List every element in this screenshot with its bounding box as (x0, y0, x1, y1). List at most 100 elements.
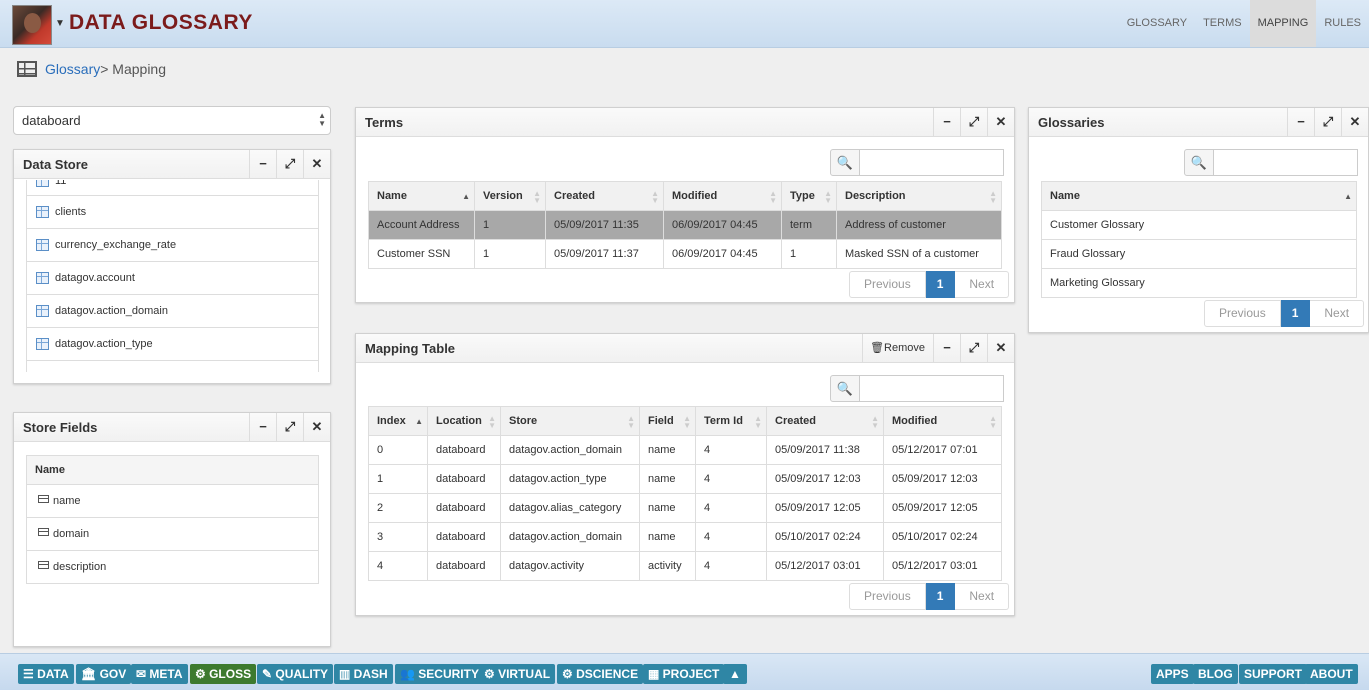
data-store-list[interactable]: 11 clients currency_exchange_rate datago… (26, 180, 319, 372)
column-header-description[interactable]: Description ▲ ▼ (836, 181, 1002, 211)
column-header-version[interactable]: Version ▲ ▼ (474, 181, 546, 211)
table-icon (36, 305, 49, 317)
column-header-term-id[interactable]: Term Id ▲ ▼ (695, 406, 767, 436)
table-row[interactable]: Fraud Glossary (1041, 239, 1357, 269)
column-header-name[interactable]: Name ▲ (1041, 181, 1357, 211)
column-header-name[interactable]: Name ▲ (368, 181, 475, 211)
next-button[interactable]: Next (955, 271, 1010, 298)
page-1-button[interactable]: 1 (925, 271, 956, 298)
next-button[interactable]: Next (955, 583, 1010, 610)
footer-apps-button[interactable]: APPS (1151, 664, 1194, 684)
caret-down-icon[interactable]: ▼ (55, 18, 65, 29)
store-fields-title: Store Fields (23, 420, 98, 435)
glossaries-title: Glossaries (1038, 115, 1105, 130)
close-icon[interactable]: ✕ (987, 108, 1014, 136)
table-row[interactable]: Account Address 1 05/09/2017 11:35 06/09/20… (368, 210, 1002, 240)
mapping-search: 🔍 (830, 375, 1004, 402)
column-header-modified[interactable]: Modified ▲ ▼ (883, 406, 1002, 436)
close-icon[interactable]: ✕ (1341, 108, 1368, 136)
search-icon[interactable]: 🔍 (830, 149, 860, 176)
search-icon[interactable]: 🔍 (830, 375, 860, 402)
previous-button[interactable]: Previous (1204, 300, 1281, 327)
search-icon[interactable]: 🔍 (1184, 149, 1214, 176)
minimize-icon[interactable]: − (249, 413, 276, 441)
mapping-table: Index ▲ Location ▲ ▼ Store ▲ ▼ Field ▲ ▼ Term I… (368, 406, 1002, 581)
minimize-icon[interactable]: − (249, 150, 276, 178)
footer-data-button[interactable]: ☰ DATA (18, 664, 74, 684)
footer-security-button[interactable]: 👥 SECURITY (395, 664, 484, 684)
page-1-button[interactable]: 1 (1280, 300, 1311, 327)
list-item[interactable]: datagov.account (27, 262, 318, 295)
expand-icon[interactable]: ⤢ (1314, 108, 1341, 136)
table-row[interactable]: 4 databoard datagov.activity activity 4 05/12… (368, 551, 1002, 581)
footer-meta-button[interactable]: ✉ META (131, 664, 188, 684)
footer-support-button[interactable]: SUPPORT (1239, 664, 1308, 684)
column-header-store[interactable]: Store ▲ ▼ (500, 406, 640, 436)
table-row[interactable]: 0 databoard datagov.action_domain name 4 05/0… (368, 435, 1002, 465)
column-header-field[interactable]: Field ▲ ▼ (639, 406, 696, 436)
top-bar: ▼ DATA GLOSSARY GLOSSARY TERMS MAPPING R… (0, 0, 1369, 48)
footer-blog-button[interactable]: BLOG (1193, 664, 1238, 684)
glossaries-search-input[interactable] (1214, 149, 1358, 176)
expand-icon[interactable]: ⤢ (960, 334, 987, 362)
mapping-search-input[interactable] (860, 375, 1004, 402)
list-item[interactable]: datagov.action_domain (27, 295, 318, 328)
table-row[interactable]: 3 databoard datagov.action_domain name 4 05/1… (368, 522, 1002, 552)
minimize-icon[interactable]: − (933, 334, 960, 362)
footer-gloss-button[interactable]: ⚙ GLOSS (190, 664, 257, 684)
glossaries-pagination: Previous 1 Next (1204, 300, 1365, 327)
minimize-icon[interactable]: − (1287, 108, 1314, 136)
nav-glossary[interactable]: GLOSSARY (1119, 0, 1195, 47)
page-1-button[interactable]: 1 (925, 583, 956, 610)
terms-search: 🔍 (830, 149, 1004, 176)
table-row[interactable]: name (26, 484, 319, 518)
column-header-modified[interactable]: Modified ▲ ▼ (663, 181, 782, 211)
column-header-created[interactable]: Created ▲ ▼ (766, 406, 884, 436)
list-item[interactable]: clients (27, 196, 318, 229)
close-icon[interactable]: ✕ (303, 413, 330, 441)
list-item[interactable]: 11 (27, 180, 318, 196)
minimize-icon[interactable]: − (933, 108, 960, 136)
footer-virtual-button[interactable]: ⚙ VIRTUAL (479, 664, 556, 684)
breadcrumb-glossary-link[interactable]: Glossary (45, 61, 100, 77)
mapping-panel: Mapping Table 🗑Remove − ⤢ ✕ 🔍 Index ▲ Locat… (355, 333, 1015, 616)
table-row[interactable]: Customer SSN 1 05/09/2017 11:37 06/09/2017 … (368, 239, 1002, 269)
store-select[interactable]: databoard ▲ ▼ (13, 106, 331, 135)
nav-terms[interactable]: TERMS (1195, 0, 1250, 47)
table-row[interactable]: 1 databoard datagov.action_type name 4 05/09/… (368, 464, 1002, 494)
table-row[interactable]: domain (26, 517, 319, 551)
expand-icon[interactable]: ⤢ (960, 108, 987, 136)
footer-about-button[interactable]: ABOUT (1305, 664, 1358, 684)
nav-mapping[interactable]: MAPPING (1249, 0, 1317, 47)
column-header-index[interactable]: Index ▲ (368, 406, 428, 436)
list-item[interactable]: datagov.action_type (27, 328, 318, 361)
expand-icon[interactable]: ⤢ (276, 413, 303, 441)
app-title: DATA GLOSSARY (69, 11, 253, 34)
previous-button[interactable]: Previous (849, 583, 926, 610)
footer-expand-up-icon[interactable]: ▲ (723, 664, 747, 684)
previous-button[interactable]: Previous (849, 271, 926, 298)
table-row[interactable]: Customer Glossary (1041, 210, 1357, 240)
close-icon[interactable]: ✕ (987, 334, 1014, 362)
footer-project-button[interactable]: ▦ PROJECT (643, 664, 725, 684)
list-item[interactable]: currency_exchange_rate (27, 229, 318, 262)
column-header-name[interactable]: Name (26, 455, 319, 485)
column-header-type[interactable]: Type ▲ ▼ (781, 181, 837, 211)
top-nav: GLOSSARY TERMS MAPPING RULES (1119, 0, 1369, 47)
expand-icon[interactable]: ⤢ (276, 150, 303, 178)
footer-dash-button[interactable]: ▥ DASH (334, 664, 393, 684)
next-button[interactable]: Next (1310, 300, 1365, 327)
close-icon[interactable]: ✕ (303, 150, 330, 178)
footer-quality-button[interactable]: ✎ QUALITY (257, 664, 334, 684)
table-row[interactable]: description (26, 550, 319, 584)
column-header-location[interactable]: Location ▲ ▼ (427, 406, 501, 436)
terms-search-input[interactable] (860, 149, 1004, 176)
column-header-created[interactable]: Created ▲ ▼ (545, 181, 664, 211)
footer-gov-button[interactable]: 🏛 GOV (76, 664, 132, 684)
user-avatar[interactable] (12, 5, 52, 45)
table-row[interactable]: 2 databoard datagov.alias_category name 4 05/… (368, 493, 1002, 523)
footer-dscience-button[interactable]: ⚙ DSCIENCE (557, 664, 644, 684)
remove-button[interactable]: 🗑Remove (862, 334, 932, 362)
table-row[interactable]: Marketing Glossary (1041, 268, 1357, 298)
nav-rules[interactable]: RULES (1316, 0, 1369, 47)
